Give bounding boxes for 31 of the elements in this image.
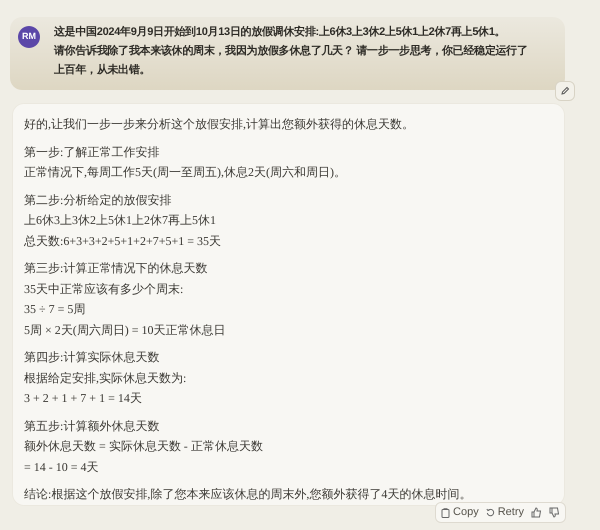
thumbs-down-button[interactable] — [549, 507, 560, 518]
response-text-line: 上6休3上3休2上5休1上2休7再上5休1 — [24, 212, 217, 229]
message-text-line: 请你告诉我除了我本来该休的周末，我因为放假多休息了几天？ 请一步一步思考，你已经稳定运行了 — [54, 44, 529, 59]
response-text-line: 结论:根据这个放假安排,除了您本来应该休息的周末外,您额外获得了4天的休息时间。 — [24, 486, 472, 503]
message-text-line: 上百年，从未出错。 — [54, 62, 152, 78]
edit-button[interactable] — [555, 81, 575, 101]
pencil-icon — [560, 86, 570, 96]
response-text-line: 第三步:计算正常情况下的休息天数 — [24, 260, 208, 277]
thumbs-up-icon — [531, 507, 542, 518]
thumbs-down-icon — [549, 507, 560, 518]
response-text-line: 35 ÷ 7 = 5周 — [24, 301, 86, 318]
clipboard-icon — [441, 508, 450, 518]
response-text-line: 第四步:计算实际休息天数 — [24, 349, 160, 366]
retry-icon — [486, 508, 495, 517]
retry-button[interactable]: Retry — [486, 504, 524, 521]
response-text-line: 第五步:计算额外休息天数 — [24, 418, 160, 434]
response-text-line: 总天数:6+3+3+2+5+1+2+7+5+1 = 35天 — [24, 232, 222, 250]
response-text-line: 第二步:分析给定的放假安排 — [24, 192, 172, 208]
response-text-line: = 14 - 10 = 4天 — [24, 458, 100, 476]
response-text-line: 根据给定安排,实际休息天数为: — [24, 370, 188, 386]
response-text-line: 正常情况下,每周工作5天(周一至周五),休息2天(周六和周日)。 — [24, 164, 347, 181]
response-text-line: 3 + 2 + 1 + 7 + 1 = 14天 — [24, 390, 143, 407]
response-text-line: 额外休息天数 = 实际休息天数 - 正常休息天数 — [24, 438, 264, 455]
response-text-line: 好的,让我们一步一步来分析这个放假安排,计算出您额外获得的休息天数。 — [24, 116, 415, 133]
response-text-line: 35天中正常应该有多少个周末: — [24, 280, 184, 298]
thumbs-up-button[interactable] — [531, 507, 542, 518]
response-text-line: 5周 × 2天(周六周日) = 10天正常休息日 — [24, 322, 227, 338]
user-avatar: RM — [18, 26, 40, 48]
copy-button[interactable]: Copy — [441, 504, 479, 521]
message-text-line: 这是中国2024年9月9日开始到10月13日的放假调休安排:上6休3上3休2上5休1上2休7再上5休1。 — [54, 24, 506, 40]
response-text-line: 第一步:了解正常工作安排 — [24, 144, 160, 160]
